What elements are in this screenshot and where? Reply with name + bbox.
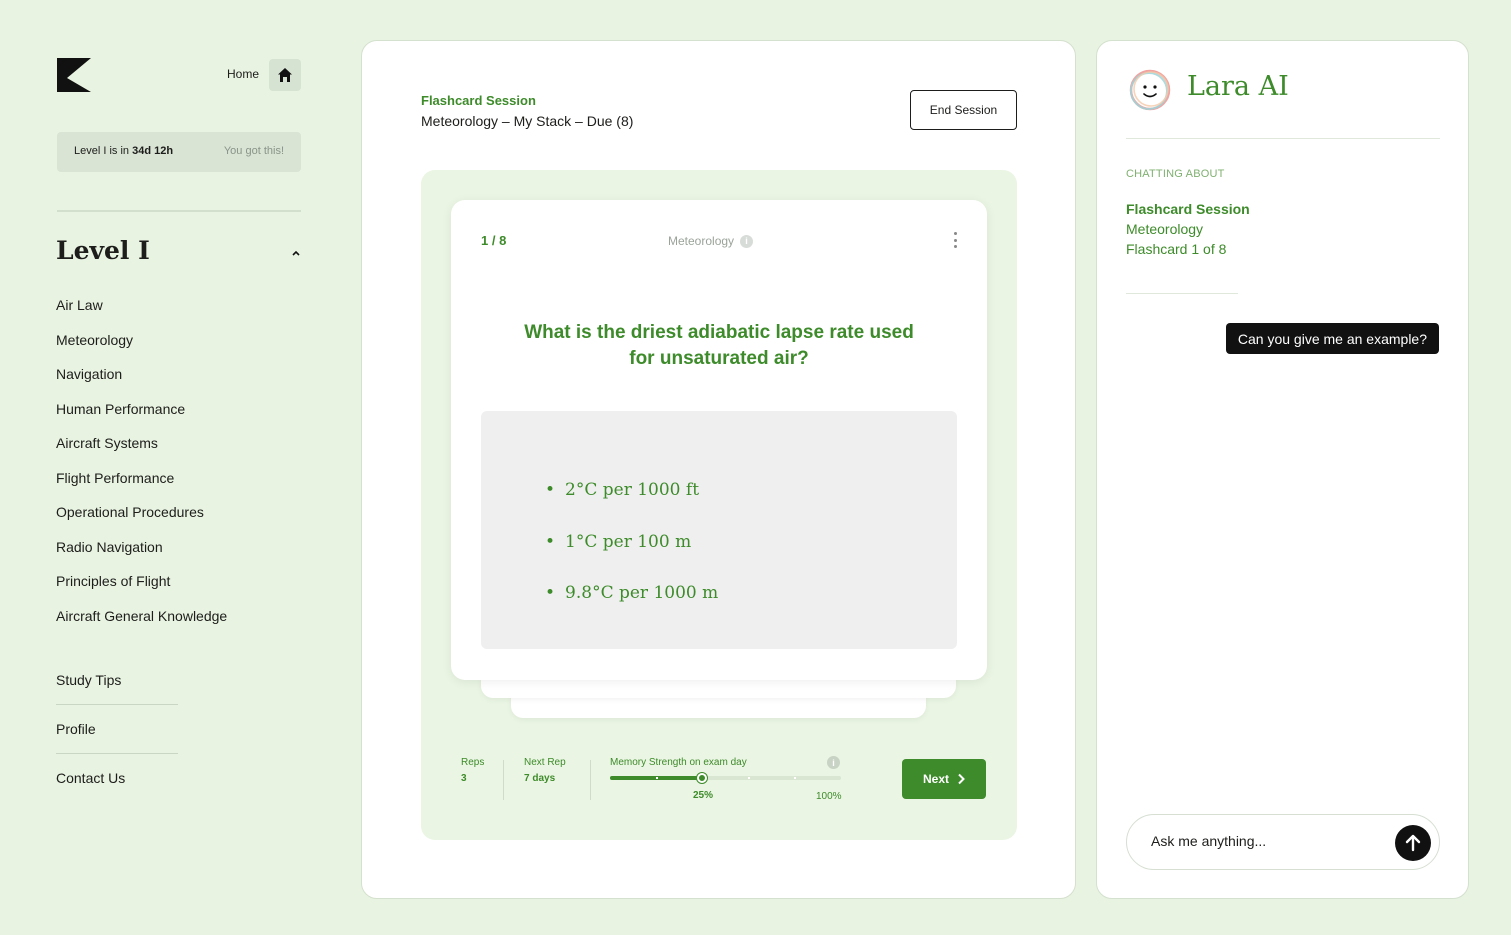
memory-strength-value: 25% [693, 790, 714, 801]
more-options-icon[interactable] [951, 232, 959, 248]
memory-strength-bar [610, 773, 841, 783]
subject-list: Air Law Meteorology Navigation Human Per… [56, 296, 227, 641]
memory-tick [656, 777, 658, 779]
chat-divider [1126, 293, 1238, 294]
sidebar-divider [57, 210, 301, 212]
ai-name: Lara AI [1187, 71, 1289, 102]
reps-label: Reps [461, 757, 485, 768]
level-heading: Level I [56, 236, 150, 265]
flashcard-stage: 1 / 8 Meteorology i What is the driest a… [421, 170, 1017, 840]
bottom-nav: Study Tips Profile Contact Us [56, 672, 178, 788]
memory-strength-marker [697, 773, 708, 783]
answer-option: 9.8°C per 1000 m [545, 583, 718, 635]
reps-value: 3 [461, 773, 467, 784]
chat-divider [1126, 138, 1440, 139]
send-button[interactable] [1395, 825, 1431, 861]
subject-item-human-performance[interactable]: Human Performance [56, 400, 227, 435]
subject-item-air-law[interactable]: Air Law [56, 296, 227, 331]
answer-area: 2°C per 1000 ft 1°C per 100 m 9.8°C per … [481, 411, 957, 649]
next-rep-label: Next Rep [524, 757, 566, 768]
next-button[interactable]: Next [902, 759, 986, 799]
memory-strength-label: Memory Strength on exam day [610, 757, 747, 768]
subject-item-operational-procedures[interactable]: Operational Procedures [56, 503, 227, 538]
arrow-up-icon [1405, 834, 1421, 852]
flashcard: 1 / 8 Meteorology i What is the driest a… [451, 200, 987, 680]
nav-divider [56, 753, 178, 754]
next-button-label: Next [922, 772, 949, 786]
subject-item-principles-of-flight[interactable]: Principles of Flight [56, 572, 227, 607]
nav-study-tips[interactable]: Study Tips [56, 672, 178, 690]
chevron-right-icon [958, 773, 965, 785]
nav-divider [56, 704, 178, 705]
brand-logo[interactable] [57, 58, 91, 92]
memory-strength-max: 100% [816, 791, 842, 802]
encouragement-text: You got this! [223, 145, 284, 157]
session-subtitle: Meteorology – My Stack – Due (8) [421, 113, 634, 129]
answer-option: 2°C per 1000 ft [545, 480, 718, 532]
info-icon[interactable]: i [740, 234, 754, 248]
context-card: Flashcard 1 of 8 [1126, 241, 1227, 257]
context-subject: Meteorology [1126, 221, 1204, 237]
card-counter: 1 / 8 [481, 233, 507, 248]
context-title: Flashcard Session [1126, 201, 1250, 217]
level-countdown-text: Level I is in 34d 12h [74, 145, 173, 157]
subject-item-navigation[interactable]: Navigation [56, 365, 227, 400]
memory-tick [748, 777, 750, 779]
user-message-bubble: Can you give me an example? [1225, 323, 1439, 354]
subject-item-meteorology[interactable]: Meteorology [56, 331, 227, 366]
memory-tick [794, 777, 796, 779]
card-question: What is the driest adiabatic lapse rate … [524, 322, 914, 369]
chatting-about-label: CHATTING ABOUT [1126, 168, 1225, 180]
next-rep-value: 7 days [524, 773, 556, 784]
end-session-button[interactable]: End Session [910, 90, 1017, 130]
subject-item-radio-navigation[interactable]: Radio Navigation [56, 538, 227, 573]
stats-divider [590, 760, 591, 800]
nav-contact-us[interactable]: Contact Us [56, 770, 178, 788]
level-countdown-prefix: Level I is in [74, 145, 133, 157]
flashcard-session-panel: Flashcard Session Meteorology – My Stack… [361, 40, 1076, 899]
memory-info-icon[interactable]: i [827, 756, 840, 769]
nav-profile[interactable]: Profile [56, 721, 178, 739]
subject-item-flight-performance[interactable]: Flight Performance [56, 469, 227, 504]
answer-list: 2°C per 1000 ft 1°C per 100 m 9.8°C per … [545, 480, 718, 635]
stats-divider [503, 760, 504, 800]
subject-item-aircraft-systems[interactable]: Aircraft Systems [56, 434, 227, 469]
ai-avatar-icon [1129, 69, 1171, 111]
sidebar: Home Level I is in 34d 12h You got this!… [0, 0, 340, 935]
home-label[interactable]: Home [227, 67, 259, 81]
session-title: Flashcard Session [421, 93, 536, 108]
card-topic-label: Meteorology [668, 234, 735, 248]
subject-item-aircraft-general-knowledge[interactable]: Aircraft General Knowledge [56, 607, 227, 642]
card-topic: Meteorology i [668, 234, 754, 248]
ai-chat-panel: Lara AI CHATTING ABOUT Flashcard Session… [1096, 40, 1469, 899]
level-countdown-banner: Level I is in 34d 12h You got this! [57, 132, 301, 172]
home-icon [278, 68, 292, 82]
home-button[interactable] [269, 59, 301, 91]
chevron-up-icon[interactable] [291, 249, 301, 257]
answer-option: 1°C per 100 m [545, 532, 718, 584]
chat-input[interactable] [1151, 833, 1381, 849]
level-countdown-value: 34d 12h [132, 145, 174, 157]
chat-input-container [1126, 814, 1440, 870]
